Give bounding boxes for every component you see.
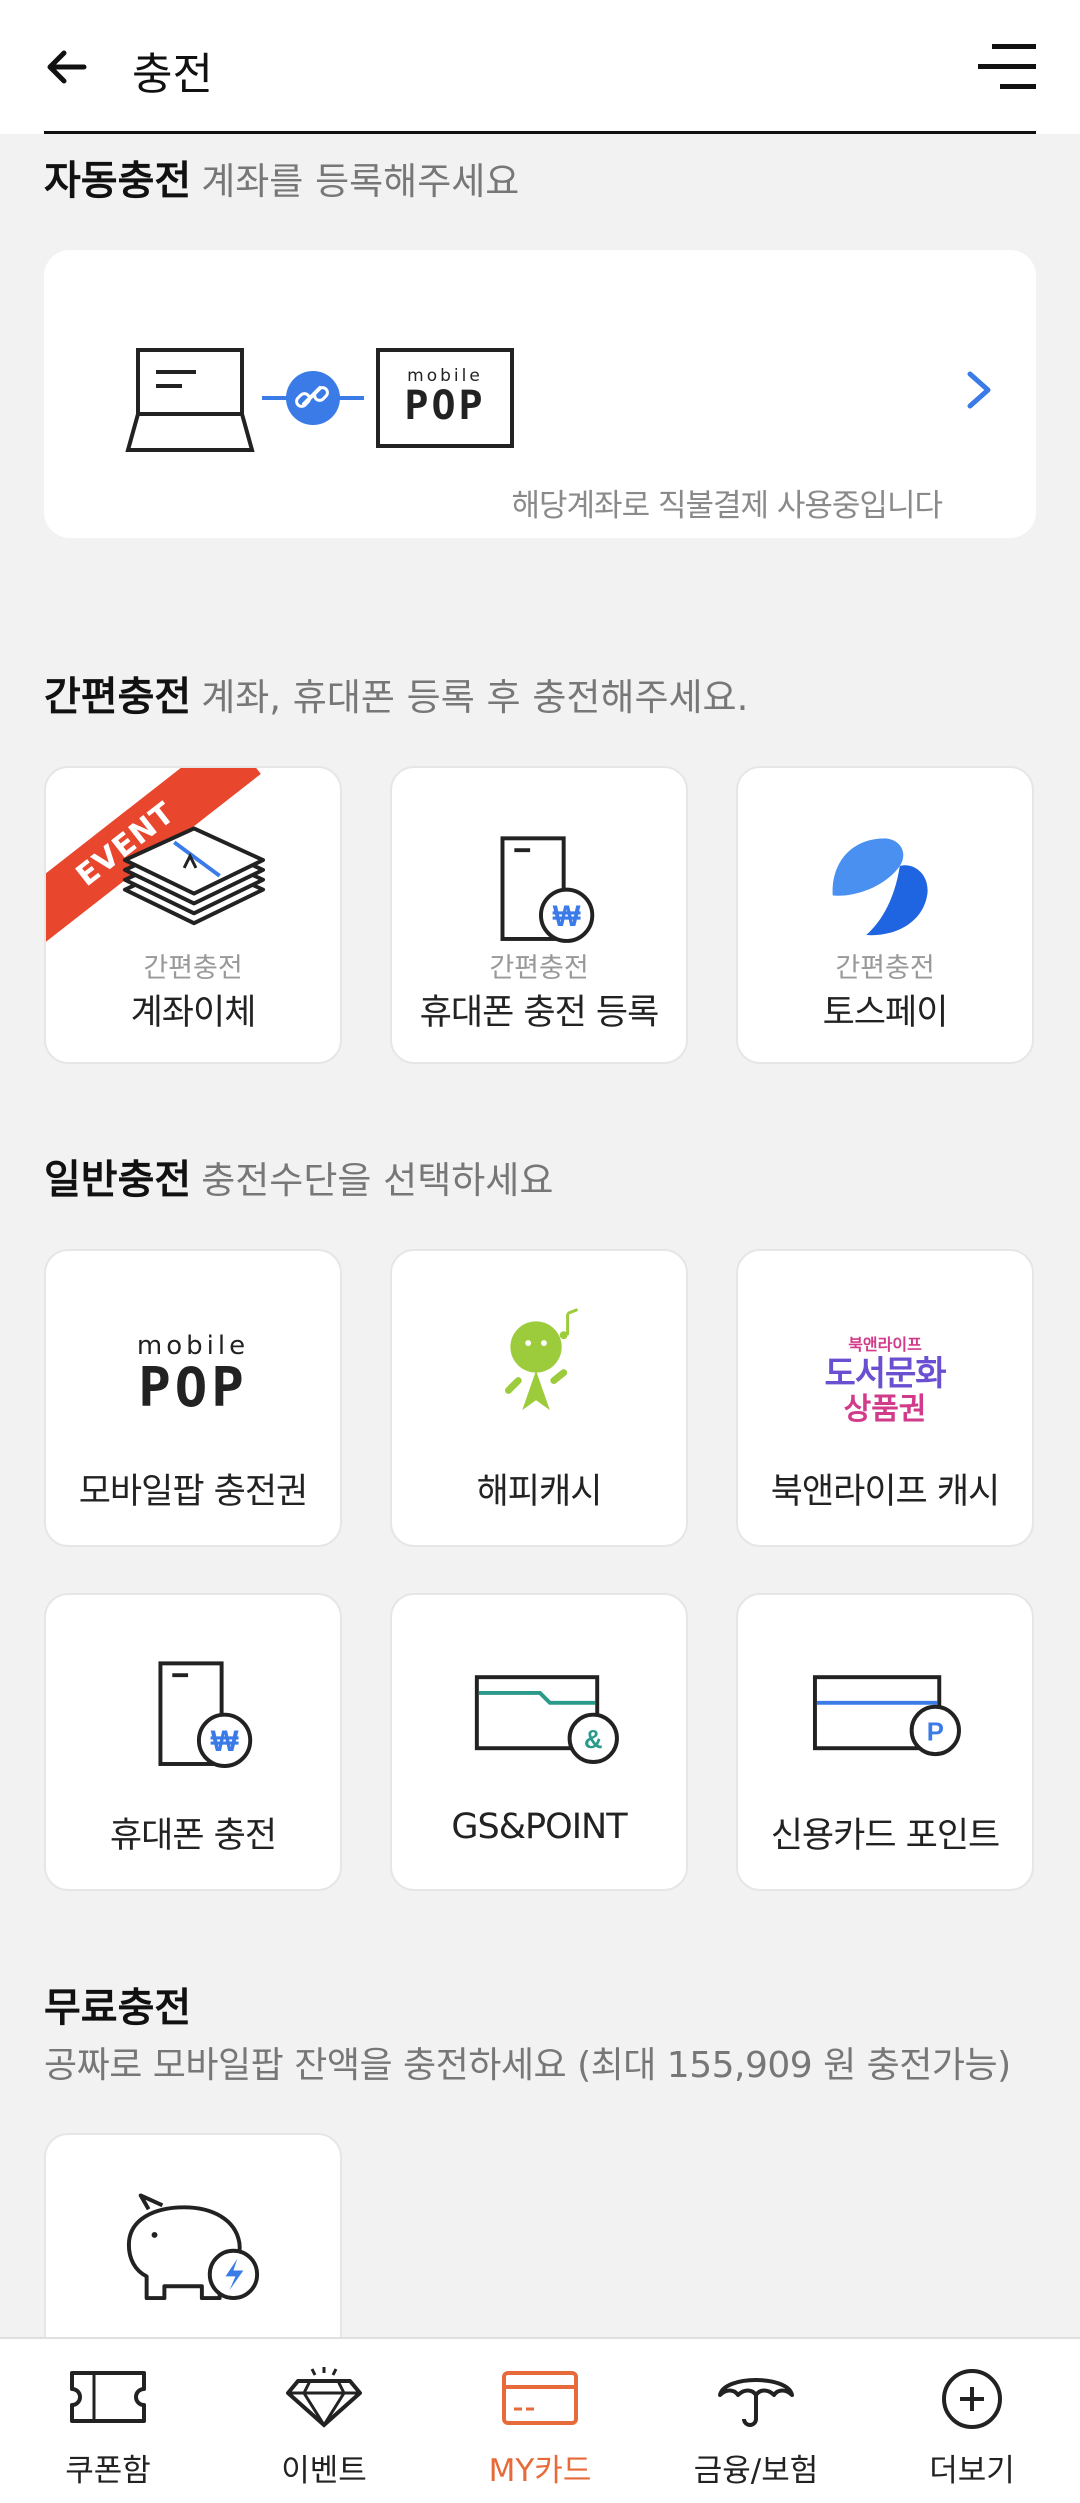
nav-mycard[interactable]: MY카드 bbox=[432, 2339, 648, 2503]
gs-point-card-icon: & bbox=[474, 1675, 619, 1764]
general-charge-booknlife[interactable]: 북앤라이프 도서문화 상품권 북앤라이프 캐시 bbox=[736, 1249, 1034, 1547]
happycash-character-icon bbox=[504, 1308, 579, 1411]
auto-charge-card[interactable]: mobile POP 해당계좌로 직불결제 사용중입니다 bbox=[44, 250, 1036, 538]
nav-label: MY카드 bbox=[488, 2453, 592, 2489]
phone-won-icon: ₩ bbox=[500, 836, 595, 943]
umbrella-icon bbox=[718, 2378, 794, 2427]
easy-charge-tosspay[interactable]: 간편충전 토스페이 bbox=[736, 766, 1034, 1064]
credit-card-point-icon: P bbox=[812, 1675, 961, 1757]
ticket-icon bbox=[70, 2371, 146, 2423]
tile-sublabel: 간편충전 bbox=[835, 953, 935, 984]
mobile-pop-logo: mobile POP bbox=[136, 1331, 250, 1419]
tile-sublabel: 간편충전 bbox=[489, 953, 589, 984]
easy-charge-heading: 간편충전 계좌, 휴대폰 등록 후 충전해주세요. bbox=[44, 674, 749, 720]
mobile-pop-logo-small: mobile POP bbox=[404, 366, 486, 429]
nav-finance[interactable]: 금융/보험 bbox=[648, 2339, 864, 2503]
book-culture-voucher-logo: 북앤라이프 도서문화 상품권 bbox=[824, 1335, 946, 1427]
page-title: 충전 bbox=[132, 49, 213, 100]
general-charge-heading: 일반충전 충전수단을 선택하세요 bbox=[44, 1157, 554, 1203]
tile-label: GS&POINT bbox=[451, 1807, 627, 1847]
svg-text:₩: ₩ bbox=[211, 1725, 239, 1758]
tile-label: 계좌이체 bbox=[130, 993, 257, 1033]
plus-circle-icon bbox=[942, 2369, 1002, 2429]
easy-charge-bank-transfer[interactable]: EVENT 간편충전 계좌이체 bbox=[44, 766, 342, 1064]
arrow-left-icon[interactable] bbox=[44, 44, 90, 90]
piggy-bank-icon bbox=[126, 2193, 260, 2301]
general-charge-creditcard-point[interactable]: P 신용카드 포인트 bbox=[736, 1593, 1034, 1891]
card-icon bbox=[502, 2371, 578, 2425]
free-charge-subtitle: 공짜로 모바일팝 잔액을 충전하세요 (최대 155,909 원 충전가능) bbox=[44, 2045, 1011, 2086]
general-charge-gspoint[interactable]: & GS&POINT bbox=[390, 1593, 688, 1891]
free-charge-heading: 무료충전 bbox=[44, 1985, 192, 2031]
general-charge-happycash[interactable]: 해피캐시 bbox=[390, 1249, 688, 1547]
auto-charge-heading: 자동충전 계좌를 등록해주세요 bbox=[44, 158, 520, 204]
svg-text:₩: ₩ bbox=[553, 900, 581, 933]
tile-label: 북앤라이프 캐시 bbox=[770, 1472, 1001, 1512]
auto-charge-note: 해당계좌로 직불결제 사용중입니다 bbox=[511, 488, 943, 524]
phone-won-icon: ₩ bbox=[158, 1661, 253, 1768]
menu-icon[interactable] bbox=[978, 42, 1036, 92]
header-divider bbox=[44, 131, 1036, 134]
tile-sublabel: 간편충전 bbox=[143, 953, 243, 984]
chevron-right-icon[interactable] bbox=[962, 370, 996, 410]
tile-label: 신용카드 포인트 bbox=[770, 1816, 1001, 1856]
tile-label: 휴대폰 충전 bbox=[109, 1816, 277, 1856]
diamond-icon bbox=[286, 2367, 362, 2428]
money-stack-icon bbox=[122, 826, 266, 926]
nav-coupon[interactable]: 쿠폰함 bbox=[0, 2339, 216, 2503]
bottom-navigation: 쿠폰함 이벤트 MY카드 금융/보험 더보기 bbox=[0, 2337, 1080, 2503]
nav-label: 이벤트 bbox=[281, 2453, 367, 2489]
nav-label: 쿠폰함 bbox=[65, 2453, 151, 2489]
nav-label: 금융/보험 bbox=[693, 2453, 819, 2489]
nav-more[interactable]: 더보기 bbox=[864, 2339, 1080, 2503]
tile-label: 토스페이 bbox=[822, 993, 949, 1033]
tile-label: 해피캐시 bbox=[476, 1472, 603, 1512]
svg-text:&: & bbox=[584, 1726, 603, 1754]
tile-label: 모바일팝 충전권 bbox=[78, 1472, 309, 1512]
tile-label: 휴대폰 충전 등록 bbox=[419, 993, 660, 1033]
svg-text:P: P bbox=[927, 1718, 944, 1746]
toss-logo-icon bbox=[832, 838, 928, 936]
top-bar: 충전 bbox=[0, 0, 1080, 134]
general-charge-mobilepop[interactable]: mobile POP 모바일팝 충전권 bbox=[44, 1249, 342, 1547]
nav-event[interactable]: 이벤트 bbox=[216, 2339, 432, 2503]
general-charge-phone[interactable]: ₩ 휴대폰 충전 bbox=[44, 1593, 342, 1891]
nav-label: 더보기 bbox=[929, 2453, 1015, 2489]
easy-charge-phone-register[interactable]: ₩ 간편충전 휴대폰 충전 등록 bbox=[390, 766, 688, 1064]
